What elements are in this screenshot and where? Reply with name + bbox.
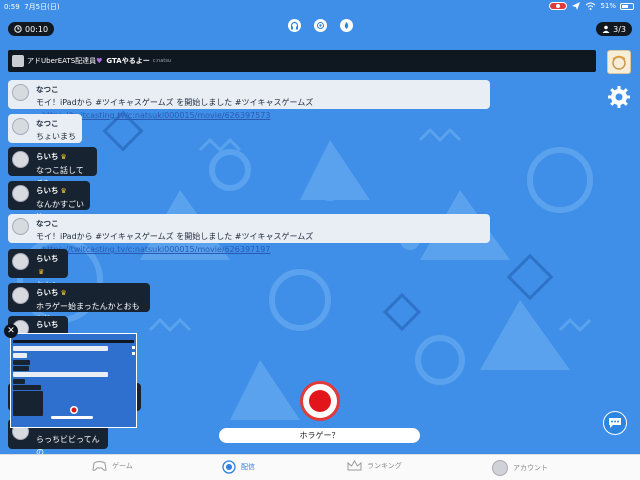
close-icon: ✕ xyxy=(7,326,15,336)
crown-icon: ♛ xyxy=(38,268,45,276)
crown-icon xyxy=(347,460,362,471)
battery-percent: 51% xyxy=(600,2,616,10)
close-preview-button[interactable]: ✕ xyxy=(4,324,18,338)
message-author: らいち xyxy=(36,254,59,263)
elapsed-time: 00:10 xyxy=(25,24,49,34)
message-author: なつこ xyxy=(36,119,59,128)
message-author: らいち xyxy=(36,152,59,161)
chat-message[interactable]: なつこ ちょいまち xyxy=(8,114,82,143)
chat-message[interactable]: なつこ モイ！iPadから #ツイキャスゲームズ を開始しました #ツイキャスゲ… xyxy=(8,214,490,254)
announcement-ticker[interactable]: アドUberEATS配達員 ♥ GTAやるよー c:natsu xyxy=(8,50,596,72)
settings-button[interactable] xyxy=(607,85,631,109)
gear-icon xyxy=(608,86,630,108)
drop-icon[interactable] xyxy=(340,19,353,32)
location-icon xyxy=(572,2,581,10)
speech-bubble-icon xyxy=(609,418,621,428)
message-author: なつこ xyxy=(36,219,59,228)
heart-icon: ♥ xyxy=(96,57,103,65)
user-avatar xyxy=(12,253,29,270)
tab-ranking[interactable]: ランキング xyxy=(347,460,402,472)
tab-label: アカウント xyxy=(513,464,548,472)
screen-preview[interactable] xyxy=(10,333,137,428)
viewer-count-value: 3/3 xyxy=(613,24,626,34)
broadcast-screen: 0:59 7月5日(日) 51% 00:10 3/3 アドUberEATS配達員… xyxy=(0,0,640,454)
comment-input-value: ホラゲー？ xyxy=(299,431,340,440)
tab-game[interactable]: ゲーム xyxy=(92,460,133,472)
status-bar: 0:59 7月5日(日) 51% xyxy=(0,0,640,13)
comment-button[interactable] xyxy=(603,411,627,435)
gamepad-icon xyxy=(92,461,107,471)
message-author: らいち xyxy=(36,186,59,195)
battery-icon xyxy=(620,2,634,10)
chat-message[interactable]: らいち♛ なんかすごい笑 xyxy=(8,181,90,222)
chat-message[interactable]: らいち♛ なつこ話してる？ xyxy=(8,147,97,188)
broadcast-icon xyxy=(222,460,236,474)
message-text: らっちビビってんの xyxy=(36,435,100,454)
tab-label: ゲーム xyxy=(112,462,133,470)
crown-icon: ♛ xyxy=(60,289,67,297)
avatar-icon xyxy=(492,460,508,476)
message-author: らいち xyxy=(36,288,59,297)
user-avatar xyxy=(12,151,29,168)
clock: 0:59 xyxy=(4,3,20,11)
record-button[interactable] xyxy=(300,381,340,421)
tab-bar: ゲーム 配信 ランキング アカウント xyxy=(0,454,640,480)
message-text: ちょいまち xyxy=(36,132,76,141)
user-avatar xyxy=(12,84,29,101)
person-icon xyxy=(602,25,610,33)
screen-record-icon xyxy=(549,2,568,10)
crown-icon: ♛ xyxy=(60,187,67,195)
tab-account[interactable]: アカウント xyxy=(492,460,548,476)
chat-message[interactable]: らいち♛ おか！ xyxy=(8,249,68,290)
ticker-avatar xyxy=(12,55,24,67)
wifi-icon xyxy=(586,2,596,10)
message-text: モイ！iPadから #ツイキャスゲームズ を開始しました #ツイキャスゲームズ xyxy=(36,98,314,107)
headphones-icon[interactable] xyxy=(288,19,301,32)
stream-controls xyxy=(288,19,353,32)
user-avatar xyxy=(12,185,29,202)
ticker-text: アドUberEATS配達員 xyxy=(27,57,97,65)
comment-input[interactable]: ホラゲー？ xyxy=(219,428,420,443)
user-avatar xyxy=(12,218,29,235)
user-avatar xyxy=(12,118,29,135)
message-text: モイ！iPadから #ツイキャスゲームズ を開始しました #ツイキャスゲームズ xyxy=(36,232,314,241)
ticker-handle: c:natsu xyxy=(152,58,172,64)
chat-message[interactable]: なつこ モイ！iPadから #ツイキャスゲームズ を開始しました #ツイキャスゲ… xyxy=(8,80,490,120)
user-avatar xyxy=(12,287,29,304)
message-author: なつこ xyxy=(36,85,59,94)
date: 7月5日(日) xyxy=(24,3,60,11)
effects-icon[interactable] xyxy=(314,19,327,32)
chat-message[interactable]: らいち♛ ホラゲー始まったんかとおもた笑 xyxy=(8,283,150,324)
ticker-highlight: GTAやるよー xyxy=(106,57,150,65)
message-author: らいち xyxy=(36,320,59,329)
record-icon xyxy=(309,390,331,412)
preview-thumbnail xyxy=(11,334,136,427)
crown-icon: ♛ xyxy=(60,153,67,161)
tab-label: 配信 xyxy=(241,463,255,471)
tab-broadcast[interactable]: 配信 xyxy=(222,460,255,474)
elapsed-timer: 00:10 xyxy=(8,22,55,36)
streamer-avatar-button[interactable] xyxy=(607,50,631,74)
clock-icon xyxy=(14,25,22,33)
avatar-icon xyxy=(612,55,626,70)
viewer-count[interactable]: 3/3 xyxy=(596,22,632,36)
message-link[interactable]: https://twitcasting.tv/c:natsuki000015/m… xyxy=(42,245,270,254)
tab-label: ランキング xyxy=(367,462,402,470)
